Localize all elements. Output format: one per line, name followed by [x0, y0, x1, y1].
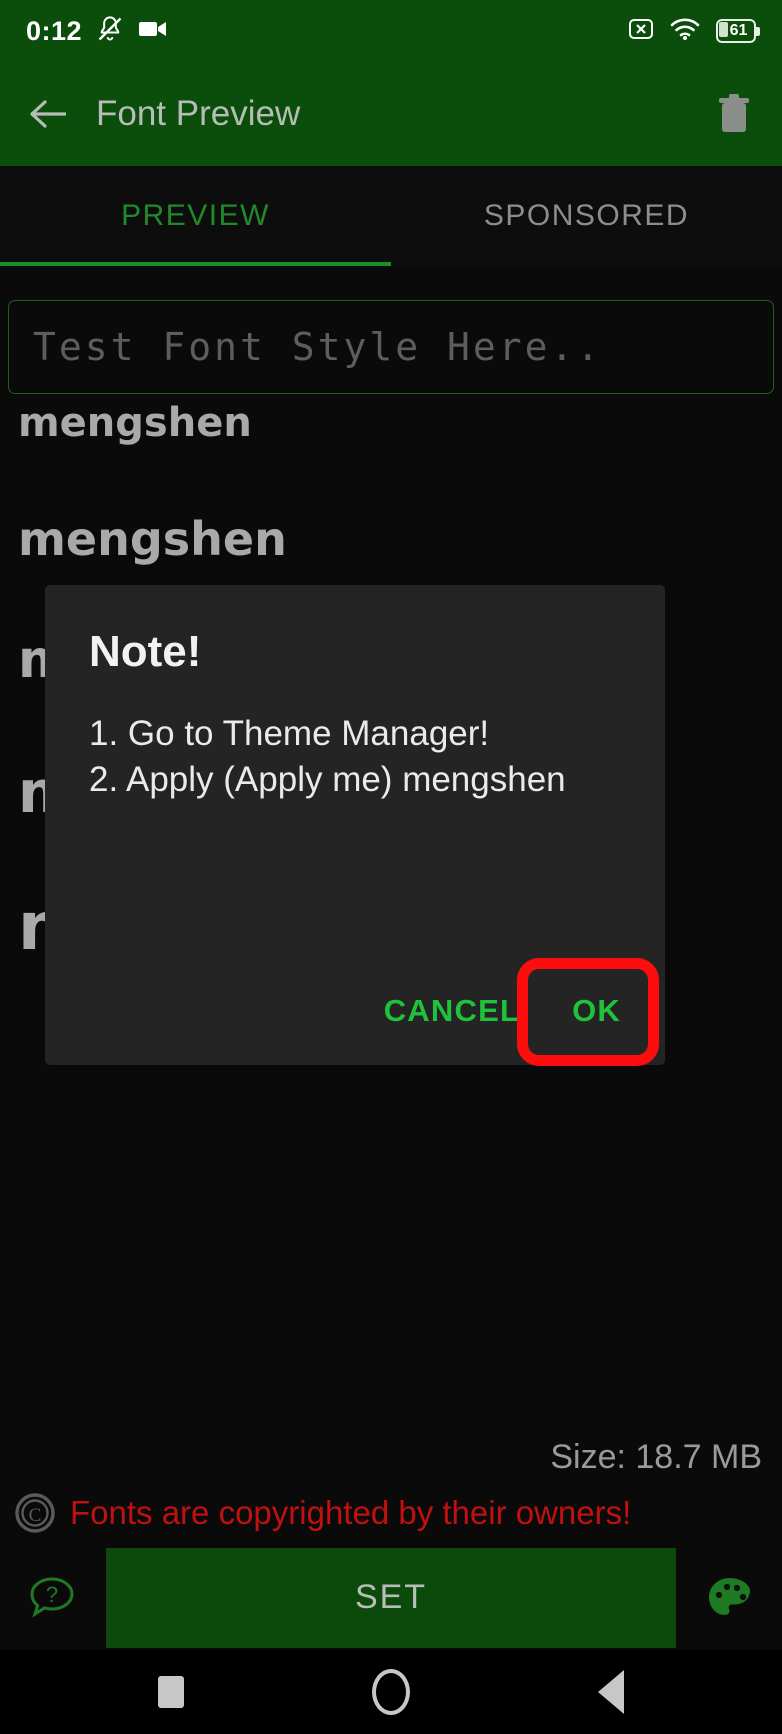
page-title: Font Preview	[96, 94, 301, 133]
tab-preview-label: PREVIEW	[121, 199, 270, 232]
dialog-message: 1. Go to Theme Manager! 2. Apply (Apply …	[89, 714, 566, 800]
copyright-icon: C	[15, 1493, 55, 1533]
help-bubble-icon: ?	[30, 1576, 74, 1617]
sim-x-icon	[628, 16, 654, 47]
svg-text:?: ?	[46, 1582, 58, 1607]
battery-percent: 61	[729, 22, 748, 39]
cancel-button[interactable]: CANCEL	[358, 975, 546, 1047]
svg-text:C: C	[29, 1505, 42, 1526]
tab-sponsored[interactable]: SPONSORED	[391, 166, 782, 266]
home-button[interactable]	[356, 1657, 426, 1727]
android-nav-bar	[0, 1650, 782, 1734]
battery-icon: 61	[716, 19, 760, 43]
delete-button[interactable]	[686, 62, 782, 166]
app-bar: Font Preview	[0, 62, 782, 166]
arrow-left-icon	[30, 100, 66, 128]
back-nav-button[interactable]	[576, 1657, 646, 1727]
note-dialog: Note! 1. Go to Theme Manager! 2. Apply (…	[45, 585, 665, 1065]
ok-button[interactable]: OK	[546, 975, 647, 1047]
tab-preview[interactable]: PREVIEW	[0, 166, 391, 266]
status-bar-left: 0:12	[26, 15, 168, 48]
dialog-actions: CANCEL OK	[45, 957, 665, 1065]
tab-active-indicator	[0, 262, 391, 266]
font-preview-row[interactable]: mengshen	[18, 512, 287, 566]
action-bar: ? SET	[0, 1545, 782, 1650]
home-circle-icon	[372, 1669, 410, 1715]
recents-button[interactable]	[136, 1657, 206, 1727]
phone-screen: 0:12 61 Font Preview PREVIEW SPONSORED T…	[0, 0, 782, 1734]
copyright-text: Fonts are copyrighted by their owners!	[70, 1494, 632, 1531]
set-button[interactable]: SET	[106, 1547, 676, 1648]
tab-sponsored-label: SPONSORED	[483, 199, 690, 232]
palette-icon	[709, 1577, 750, 1615]
copyright-notice: C Fonts are copyrighted by their owners!	[12, 1490, 782, 1536]
font-test-input[interactable]: Test Font Style Here..	[8, 300, 774, 394]
font-size-label: Size: 18.7 MB	[550, 1438, 762, 1476]
status-clock: 0:12	[26, 15, 83, 46]
help-button[interactable]: ?	[12, 1548, 92, 1648]
status-bar: 0:12 61	[0, 0, 782, 62]
font-test-input-placeholder: Test Font Style Here..	[33, 325, 603, 369]
trash-icon	[719, 94, 749, 132]
palette-button[interactable]	[690, 1548, 770, 1648]
back-triangle-icon	[598, 1670, 624, 1714]
recents-square-icon	[158, 1676, 184, 1708]
tab-bar: PREVIEW SPONSORED	[0, 166, 782, 266]
back-button[interactable]	[0, 62, 96, 166]
status-bar-right: 61	[628, 16, 760, 47]
video-camera-icon	[138, 18, 168, 45]
font-preview-row[interactable]: mengshen	[18, 400, 252, 446]
dialog-title: Note!	[89, 627, 202, 676]
mute-bell-icon	[96, 15, 124, 48]
wifi-icon	[670, 17, 700, 46]
